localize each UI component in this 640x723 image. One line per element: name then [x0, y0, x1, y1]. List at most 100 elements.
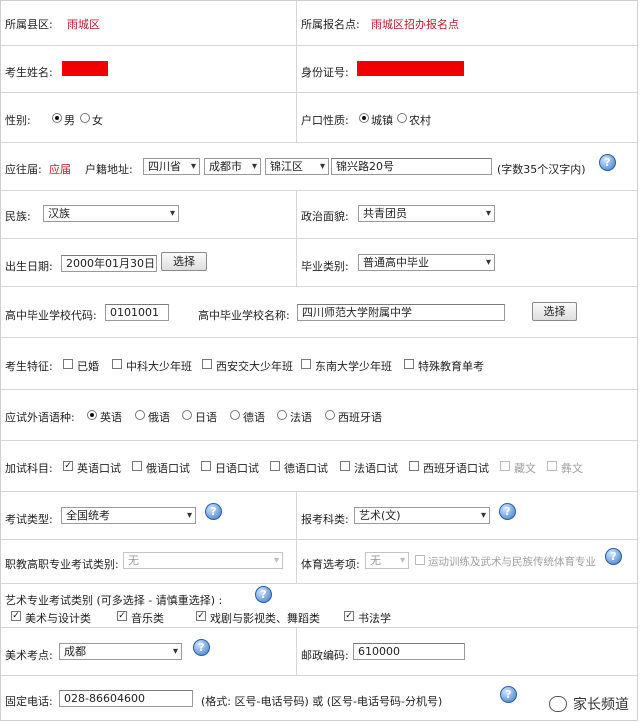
help-icon[interactable]: ?: [205, 503, 222, 520]
exam-type-label: 考试类型:: [5, 513, 53, 526]
school-code-input[interactable]: 0101001: [105, 304, 169, 321]
feature-special-label: 特殊教育单考: [418, 360, 484, 373]
id-label: 身份证号:: [301, 66, 349, 79]
reg-point-value: 雨城区招办报名点: [371, 18, 459, 31]
subject-cat-select[interactable]: 艺术(文): [354, 507, 490, 524]
phone-input[interactable]: 028-86604600: [59, 690, 193, 707]
row-ethnicity: 民族: 汉族 政治面貌: 共青团员: [1, 191, 637, 239]
feature-checkbox-xjtu[interactable]: [202, 359, 212, 369]
art-site-select[interactable]: 成都: [59, 643, 182, 660]
row-vocational: 职教高职专业考试类别: 无 体育选考项: 无 运动训练及武术与民族传统体育专业 …: [1, 540, 637, 584]
art-label: 艺术专业考试类别 (可多选择 - 请慎重选择) :: [5, 594, 223, 607]
subject-checkbox-english-oral[interactable]: [63, 461, 73, 471]
gender-radio-male[interactable]: [52, 113, 62, 123]
help-icon[interactable]: ?: [193, 639, 210, 656]
art-checkbox-fine-arts[interactable]: [11, 611, 21, 621]
language-radio-german[interactable]: [230, 410, 240, 420]
subject-german-oral-label: 德语口试: [284, 462, 328, 475]
subject-english-oral-label: 英语口试: [77, 462, 121, 475]
art-checkbox-calligraphy[interactable]: [344, 611, 354, 621]
language-spanish-label: 西班牙语: [338, 411, 382, 424]
school-name-input[interactable]: 四川师范大学附属中学: [297, 304, 505, 321]
language-radio-spanish[interactable]: [325, 410, 335, 420]
sports-select[interactable]: 无: [365, 552, 409, 569]
feature-checkbox-special[interactable]: [404, 359, 414, 369]
hukou-radio-urban[interactable]: [359, 113, 369, 123]
language-french-label: 法语: [290, 411, 312, 424]
grad-year-value: 应届: [49, 163, 71, 176]
subject-checkbox-german-oral[interactable]: [270, 461, 280, 471]
school-code-label: 高中毕业学校代码:: [5, 309, 97, 322]
subject-checkbox-japanese-oral[interactable]: [201, 461, 211, 471]
row-school: 高中毕业学校代码: 0101001 高中毕业学校名称: 四川师范大学附属中学 选…: [1, 287, 637, 338]
feature-checkbox-married[interactable]: [63, 359, 73, 369]
exam-type-select[interactable]: 全国统考: [61, 507, 196, 524]
row-art: 艺术专业考试类别 (可多选择 - 请慎重选择) : ? 美术与设计类 音乐类 戏…: [1, 584, 637, 628]
features-label: 考生特征:: [5, 360, 53, 373]
grad-type-label: 毕业类别:: [301, 260, 349, 273]
language-radio-russian[interactable]: [135, 410, 145, 420]
phone-hint: (格式: 区号-电话号码) 或 (区号-电话号码-分机号): [201, 695, 443, 708]
art-drama-dance-label: 戏剧与影视类、舞蹈类: [210, 612, 320, 625]
help-icon[interactable]: ?: [500, 686, 517, 703]
feature-checkbox-seu[interactable]: [301, 359, 311, 369]
grad-type-select[interactable]: 普通高中毕业: [358, 254, 495, 271]
name-redaction: [62, 61, 108, 76]
watermark-text: 家长频道: [573, 697, 629, 713]
language-russian-label: 俄语: [148, 411, 170, 424]
registration-form: 所属县区: 雨城区 所属报名点: 雨城区招办报名点 考生姓名: 身份证号: 性别…: [0, 0, 638, 721]
postcode-label: 邮政编码:: [301, 649, 349, 662]
art-checkbox-music[interactable]: [117, 611, 127, 621]
school-select-button[interactable]: 选择: [532, 302, 577, 321]
ethnicity-label: 民族:: [5, 210, 31, 223]
province-select[interactable]: 四川省: [143, 158, 200, 175]
subject-checkbox-russian-oral[interactable]: [132, 461, 142, 471]
art-music-label: 音乐类: [131, 612, 164, 625]
row-art-site: 美术考点: 成都 ? 邮政编码: 610000: [1, 628, 637, 676]
row-language: 应试外语语种: 英语 俄语 日语 德语 法语 西班牙语: [1, 390, 637, 441]
hukou-radio-rural[interactable]: [397, 113, 407, 123]
language-japanese-label: 日语: [195, 411, 217, 424]
help-icon[interactable]: ?: [499, 503, 516, 520]
hukou-rural-label: 农村: [409, 114, 431, 127]
address-hint: (字数35个汉字内): [497, 163, 586, 176]
chat-bubble-icon: [549, 696, 567, 712]
name-label: 考生姓名:: [5, 66, 53, 79]
sports-label: 体育选考项:: [301, 558, 360, 571]
hukou-urban-label: 城镇: [371, 114, 393, 127]
row-gender: 性别: 男 女 户口性质: 城镇 农村: [1, 93, 637, 143]
language-radio-english[interactable]: [87, 410, 97, 420]
language-label: 应试外语语种:: [5, 411, 75, 424]
help-icon[interactable]: ?: [255, 586, 272, 603]
watermark: 家长频道: [549, 694, 629, 714]
gender-female-label: 女: [92, 114, 103, 127]
feature-seu-label: 东南大学少年班: [315, 360, 392, 373]
art-checkbox-drama-dance[interactable]: [196, 611, 206, 621]
address-label: 户籍地址:: [85, 163, 133, 176]
ethnicity-select[interactable]: 汉族: [43, 205, 179, 222]
row-extra-subjects: 加试科目: 英语口试 俄语口试 日语口试 德语口试 法语口试 西班牙语口试 藏文…: [1, 441, 637, 492]
gender-radio-female[interactable]: [80, 113, 90, 123]
street-input[interactable]: 锦兴路20号: [331, 158, 492, 175]
help-icon[interactable]: ?: [605, 548, 622, 565]
grad-year-label: 应往届:: [5, 163, 42, 176]
subject-checkbox-spanish-oral[interactable]: [409, 461, 419, 471]
extra-subjects-label: 加试科目:: [5, 462, 53, 475]
subject-checkbox-french-oral[interactable]: [340, 461, 350, 471]
feature-checkbox-ustc[interactable]: [112, 359, 122, 369]
city-select[interactable]: 成都市: [204, 158, 261, 175]
gender-male-label: 男: [64, 114, 75, 127]
language-radio-french[interactable]: [277, 410, 287, 420]
row-name: 考生姓名: 身份证号:: [1, 46, 637, 93]
birth-input[interactable]: 2000年01月30日: [61, 255, 157, 272]
postcode-input[interactable]: 610000: [353, 643, 465, 660]
help-icon[interactable]: ?: [599, 154, 616, 171]
birth-select-button[interactable]: 选择: [161, 252, 207, 271]
feature-married-label: 已婚: [77, 360, 99, 373]
district-select[interactable]: 锦江区: [265, 158, 329, 175]
subject-spanish-oral-label: 西班牙语口试: [423, 462, 489, 475]
political-select[interactable]: 共青团员: [358, 205, 495, 222]
vocational-select[interactable]: 无: [123, 552, 283, 569]
row-birth: 出生日期: 2000年01月30日 选择 毕业类别: 普通高中毕业: [1, 239, 637, 287]
language-radio-japanese[interactable]: [182, 410, 192, 420]
